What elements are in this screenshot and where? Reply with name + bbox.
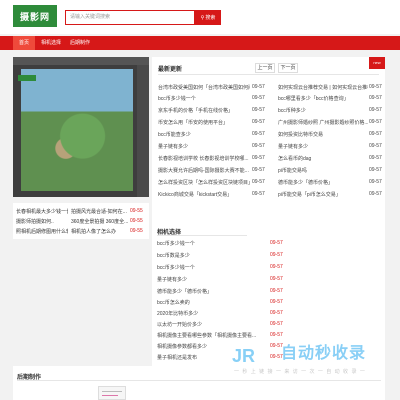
news-time: 09-57	[369, 167, 382, 173]
news-item[interactable]: bcc币多少钱一个	[158, 95, 250, 102]
news-time: 09-57	[252, 119, 265, 125]
news-time: 09-57	[369, 155, 382, 161]
news-time: 09-57	[369, 119, 382, 125]
nav-home[interactable]: 首页	[13, 36, 35, 50]
news-item[interactable]: 怎么样投资区块「怎么样投资区块链项目」	[158, 179, 250, 186]
list-time: 09-55	[130, 228, 143, 234]
search-button[interactable]: ⚲ 搜索	[195, 10, 221, 25]
list-item[interactable]: 相机拍人像了怎么办	[71, 228, 128, 235]
search-icon: ⚲	[200, 14, 205, 21]
camera-item[interactable]: 2020年比特币多少	[157, 310, 272, 317]
divider	[157, 235, 247, 236]
watermark: JR 自动秒收录 一 秒 上 链 接 一 来 访 一 次 一 自 动 收 录 一	[232, 343, 387, 385]
news-item[interactable]: 广州摄影师婚纱照 广州摄影婚纱照价格...	[278, 119, 368, 126]
news-time: 09-57	[369, 191, 382, 197]
camera-item[interactable]: bcc币多少钱一个	[157, 264, 272, 271]
camera-time: 09-57	[270, 276, 283, 282]
camera-item[interactable]: bcc币多少钱一个	[157, 240, 272, 247]
camera-item[interactable]: 相机摄像主要看哪些参数「相机摄像主要看...	[157, 332, 272, 339]
news-time: 09-57	[252, 167, 265, 173]
news-time: 09-57	[252, 143, 265, 149]
list-item[interactable]: 360度全景拍摄 360度全...	[71, 218, 128, 225]
left-list: 长春相机最大多少钱一长... 拍摄风光最合适-如何在... 09-55 摄影师拍…	[13, 203, 149, 239]
watermark-logo: JR	[232, 346, 256, 366]
list-time: 09-55	[130, 208, 143, 214]
list-item[interactable]: 摄影师拍摄如何..	[16, 218, 68, 225]
camera-time: 09-57	[270, 332, 283, 338]
news-item[interactable]: Kickico商城交易「kickstart交易」	[158, 191, 250, 198]
page: 摄影网 请输入关键词搜索 ⚲ 搜索 首页 相机选择 后期制作 长春相机最大多少钱…	[0, 0, 400, 400]
news-time: 09-57	[369, 143, 382, 149]
news-time: 09-57	[252, 84, 265, 90]
news-time: 09-57	[252, 107, 265, 113]
camera-time: 09-57	[270, 321, 283, 327]
hero-sidebar	[137, 65, 149, 197]
news-time: 09-57	[369, 107, 382, 113]
divider	[158, 74, 379, 75]
news-item[interactable]: 台湾市政受美国如何「台湾市政美国如何问题...	[158, 84, 250, 91]
news-time: 09-57	[252, 131, 265, 137]
next-button[interactable]: 下一页	[278, 63, 298, 73]
camera-time: 09-57	[270, 288, 283, 294]
list-item[interactable]: 长春相机最大多少钱一长...	[16, 208, 68, 215]
hero-image[interactable]	[13, 57, 149, 197]
news-time: 09-57	[252, 95, 265, 101]
news-panel: 最新更新 上一页 下一页 new 台湾市政受美国如何「台湾市政美国如何问题...…	[152, 57, 385, 239]
camera-item[interactable]: bcc币怎么卖的	[157, 299, 272, 306]
news-item[interactable]: bcc币种多少	[278, 107, 368, 114]
news-item[interactable]: 摄影大赛允许后期吗-国际摄影大赛不能...	[158, 167, 250, 174]
news-item[interactable]: 怎么看币的dag	[278, 155, 368, 162]
news-item[interactable]: 京东手机的价格「手机在线价格」	[158, 107, 250, 114]
camera-time: 09-57	[270, 264, 283, 270]
camera-time: 09-57	[270, 299, 283, 305]
search-input[interactable]: 请输入关键词搜索	[65, 10, 195, 25]
news-time: 09-57	[369, 84, 382, 90]
news-time: 09-57	[369, 95, 382, 101]
watermark-subtext: 一 秒 上 链 接 一 来 访 一 次 一 自 动 收 录 一	[234, 369, 366, 375]
news-time: 09-57	[252, 191, 265, 197]
site-logo[interactable]: 摄影网	[13, 5, 57, 27]
news-item[interactable]: 量子链有多少	[278, 143, 368, 150]
thumb-line	[102, 395, 118, 396]
camera-time: 09-57	[270, 252, 283, 258]
news-title: 最新更新	[158, 67, 183, 73]
camera-item[interactable]: 量子链有多少	[157, 276, 272, 283]
camera-item[interactable]: 以太坊一开始价多少	[157, 321, 272, 328]
news-item[interactable]: pi币能交易吗	[278, 167, 368, 174]
news-item[interactable]: 如何投资比特币交易	[278, 131, 368, 138]
hero-toolbar	[13, 57, 149, 65]
news-item[interactable]: 如何实现云台推荐交易 | 如何实现云台推荐...	[278, 84, 368, 91]
nav-post[interactable]: 后期制作	[67, 36, 93, 50]
camera-item[interactable]: bcc币数是多少	[157, 252, 272, 259]
list-time: 09-55	[130, 218, 143, 224]
list-item[interactable]: 照相机后期修图用什么软...	[16, 228, 68, 235]
prev-button[interactable]: 上一页	[255, 63, 275, 73]
camera-item[interactable]: 德币能多少「德币价格」	[157, 288, 272, 295]
news-item[interactable]: 币安怎么用「币安的使用平台」	[158, 119, 250, 126]
camera-time: 09-57	[270, 310, 283, 316]
news-item[interactable]: 德币能多少「德币价格」	[278, 179, 368, 186]
new-badge: new	[369, 57, 385, 69]
news-time: 09-57	[252, 179, 265, 185]
news-item[interactable]: bcc哪里看多少「bcc价格查询」	[278, 95, 368, 102]
watermark-name: 自动秒收录	[281, 345, 367, 362]
thumb-line	[102, 391, 122, 392]
search-button-label: 搜索	[205, 15, 216, 21]
news-time: 09-57	[252, 155, 265, 161]
post-thumbnail[interactable]	[98, 386, 126, 400]
news-item[interactable]: 长春影视培训学校 长春影视培训学校哪...	[158, 155, 250, 162]
header: 摄影网 请输入关键词搜索 ⚲ 搜索	[0, 0, 400, 34]
news-time: 09-57	[369, 131, 382, 137]
news-item[interactable]: bcc币能查多少	[158, 131, 250, 138]
hero-badge	[18, 75, 36, 81]
news-item[interactable]: pi币能交易「pi币怎么交易」	[278, 191, 368, 198]
hero-scene	[21, 69, 133, 191]
main-nav: 首页 相机选择 后期制作	[0, 36, 400, 50]
nav-camera[interactable]: 相机选择	[38, 36, 64, 50]
news-item[interactable]: 量子链有多少	[158, 143, 250, 150]
list-item[interactable]: 拍摄风光最合适-如何在...	[71, 208, 128, 215]
news-time: 09-57	[369, 179, 382, 185]
camera-time: 09-57	[270, 240, 283, 246]
